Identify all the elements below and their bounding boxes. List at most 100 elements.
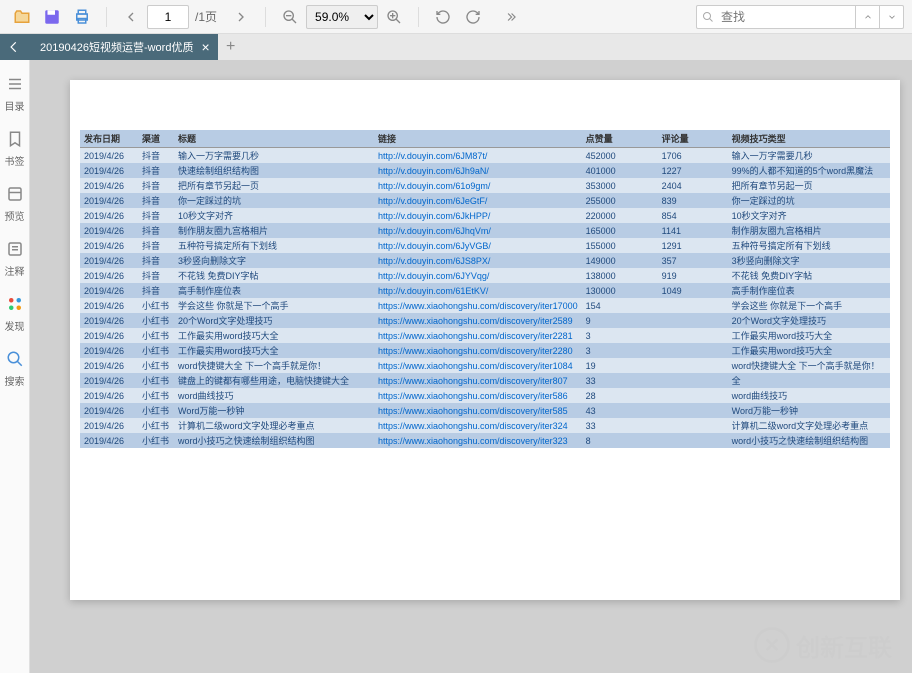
table-cell: 小红书 <box>138 298 174 313</box>
rotate-right-button[interactable] <box>459 3 487 31</box>
document-viewport[interactable]: 发布日期 渠道 标题 链接 点赞量 评论量 视频技巧类型 2019/4/26抖音… <box>30 60 912 673</box>
table-cell: 全 <box>728 373 890 388</box>
table-cell: 1141 <box>658 223 728 238</box>
table-cell: 2019/4/26 <box>80 358 138 373</box>
table-cell: 工作最实用word技巧大全 <box>728 343 890 358</box>
table-header: 渠道 <box>138 130 174 148</box>
table-cell: 2019/4/26 <box>80 193 138 208</box>
sidebar-item-label: 预览 <box>5 208 25 223</box>
watermark-text: 创新互联 <box>796 628 892 663</box>
table-cell: 1227 <box>658 163 728 178</box>
table-cell: 抖音 <box>138 163 174 178</box>
preview-icon <box>5 184 25 204</box>
rotate-left-button[interactable] <box>429 3 457 31</box>
table-cell: 8 <box>582 433 658 448</box>
document-tab[interactable]: 20190426短视频运营-word优质 × <box>28 34 218 60</box>
table-cell: 3 <box>582 328 658 343</box>
table-cell: 2019/4/26 <box>80 388 138 403</box>
sidebar-item-toc[interactable]: 目录 <box>0 68 30 123</box>
table-cell: 制作朋友圈九宫格相片 <box>728 223 890 238</box>
search-prev-button[interactable] <box>856 5 880 29</box>
table-cell: 28 <box>582 388 658 403</box>
search-input[interactable] <box>696 5 856 29</box>
table-cell: 2019/4/26 <box>80 403 138 418</box>
table-cell: 抖音 <box>138 283 174 298</box>
table-cell: 401000 <box>582 163 658 178</box>
table-cell: 抖音 <box>138 193 174 208</box>
table-cell: word小技巧之快速绘制组织结构图 <box>728 433 890 448</box>
table-cell: http://v.douyin.com/6JM87t/ <box>374 148 582 164</box>
table-cell: 2019/4/26 <box>80 418 138 433</box>
more-button[interactable] <box>497 3 525 31</box>
document-page: 发布日期 渠道 标题 链接 点赞量 评论量 视频技巧类型 2019/4/26抖音… <box>70 80 900 600</box>
search-next-button[interactable] <box>880 5 904 29</box>
table-cell: 高手制作座位表 <box>174 283 374 298</box>
table-cell: 2019/4/26 <box>80 208 138 223</box>
sidebar-item-discover[interactable]: 发现 <box>0 288 30 343</box>
table-cell: 154 <box>582 298 658 313</box>
table-cell: 2019/4/26 <box>80 313 138 328</box>
table-row: 2019/4/26抖音输入一万字需要几秒http://v.douyin.com/… <box>80 148 890 164</box>
table-cell: 3秒竖向删除文字 <box>728 253 890 268</box>
table-cell: 130000 <box>582 283 658 298</box>
table-cell: word快捷键大全 下一个高手就是你！ <box>174 358 374 373</box>
table-cell: 计算机二级word文字处理必考重点 <box>728 418 890 433</box>
page-total-label: /1页 <box>195 8 217 25</box>
table-row: 2019/4/26抖音你一定踩过的坑http://v.douyin.com/6J… <box>80 193 890 208</box>
table-cell <box>658 343 728 358</box>
sidebar-item-annotate[interactable]: 注释 <box>0 233 30 288</box>
table-row: 2019/4/26小红书键盘上的键都有哪些用途，电脑快捷键大全https://w… <box>80 373 890 388</box>
sidebar-item-search[interactable]: 搜索 <box>0 343 30 398</box>
table-cell: 把所有章节另起一页 <box>728 178 890 193</box>
table-cell: https://www.xiaohongshu.com/discovery/it… <box>374 328 582 343</box>
tab-label: 20190426短视频运营-word优质 <box>40 39 193 55</box>
table-cell: http://v.douyin.com/61o9gm/ <box>374 178 582 193</box>
table-cell <box>658 373 728 388</box>
table-cell: 工作最实用word技巧大全 <box>728 328 890 343</box>
sidebar-item-preview[interactable]: 预览 <box>0 178 30 233</box>
table-cell: 2019/4/26 <box>80 373 138 388</box>
table-cell: https://www.xiaohongshu.com/discovery/it… <box>374 343 582 358</box>
zoom-in-button[interactable] <box>380 3 408 31</box>
zoom-out-button[interactable] <box>276 3 304 31</box>
prev-page-button[interactable] <box>117 3 145 31</box>
table-cell: 149000 <box>582 253 658 268</box>
table-cell <box>658 313 728 328</box>
table-row: 2019/4/26抖音3秒竖向删除文字http://v.douyin.com/6… <box>80 253 890 268</box>
page-number-input[interactable] <box>147 5 189 29</box>
table-cell: 工作最实用word技巧大全 <box>174 328 374 343</box>
table-cell <box>658 358 728 373</box>
table-header: 标题 <box>174 130 374 148</box>
add-tab-button[interactable]: + <box>218 34 244 60</box>
table-row: 2019/4/26小红书计算机二级word文字处理必考重点https://www… <box>80 418 890 433</box>
table-header: 评论量 <box>658 130 728 148</box>
table-cell: 19 <box>582 358 658 373</box>
table-cell: 1706 <box>658 148 728 164</box>
table-cell: https://www.xiaohongshu.com/discovery/it… <box>374 403 582 418</box>
back-button[interactable] <box>0 34 28 60</box>
table-cell: 165000 <box>582 223 658 238</box>
print-button[interactable] <box>68 3 96 31</box>
open-button[interactable] <box>8 3 36 31</box>
sidebar-item-bookmark[interactable]: 书签 <box>0 123 30 178</box>
table-header: 视频技巧类型 <box>728 130 890 148</box>
table-cell: 小红书 <box>138 433 174 448</box>
table-cell: 小红书 <box>138 403 174 418</box>
table-cell: 工作最实用word技巧大全 <box>174 343 374 358</box>
folder-open-icon <box>13 8 31 26</box>
table-cell: https://www.xiaohongshu.com/discovery/it… <box>374 358 582 373</box>
zoom-select[interactable]: 59.0% <box>306 5 378 29</box>
save-button[interactable] <box>38 3 66 31</box>
tab-close-button[interactable]: × <box>201 39 209 55</box>
annotate-icon <box>5 239 25 259</box>
watermark: ✕ 创新互联 <box>754 627 892 663</box>
table-cell: 2019/4/26 <box>80 283 138 298</box>
table-row: 2019/4/26小红书20个Word文字处理技巧https://www.xia… <box>80 313 890 328</box>
table-cell: 你一定踩过的坑 <box>728 193 890 208</box>
table-cell: https://www.xiaohongshu.com/discovery/it… <box>374 298 582 313</box>
table-cell: word快捷键大全 下一个高手就是你！ <box>728 358 890 373</box>
next-page-button[interactable] <box>227 3 255 31</box>
table-cell: 2019/4/26 <box>80 223 138 238</box>
table-cell: word曲线技巧 <box>174 388 374 403</box>
table-cell: 小红书 <box>138 388 174 403</box>
